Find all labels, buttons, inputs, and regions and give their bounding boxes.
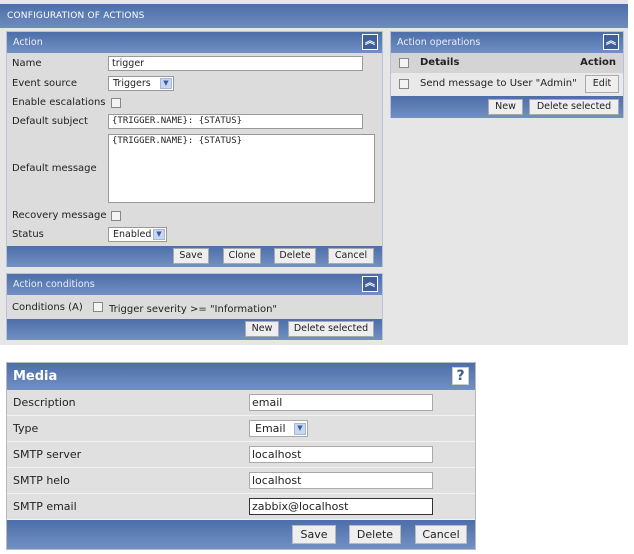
condition-checkbox[interactable]	[93, 302, 103, 312]
status-label: Status	[12, 229, 44, 240]
media-header: Media	[13, 369, 58, 384]
subject-label: Default subject	[12, 116, 88, 127]
name-label: Name	[12, 58, 42, 69]
type-label: Type	[13, 422, 39, 435]
event-source-value: Triggers	[113, 78, 151, 89]
media-save-button[interactable]: Save	[292, 525, 336, 544]
operations-table-header: Details Action	[391, 53, 623, 73]
chevron-down-icon: ▼	[294, 423, 306, 435]
smtp-email-input[interactable]: zabbix@localhost	[249, 498, 433, 515]
smtp-helo-input[interactable]: localhost	[249, 472, 433, 489]
collapse-icon[interactable]: ︽	[362, 34, 378, 50]
row-checkbox[interactable]	[399, 79, 409, 89]
event-source-label: Event source	[12, 78, 78, 89]
subject-input[interactable]: {TRIGGER.NAME}: {STATUS}	[108, 114, 363, 129]
escalations-label: Enable escalations	[12, 97, 106, 108]
operations-panel: Action operations ︽ Details Action Send m…	[390, 31, 624, 118]
col-action: Action	[580, 57, 616, 68]
col-details: Details	[420, 57, 460, 68]
description-row: Description email	[7, 390, 475, 416]
conditions-label: Conditions (A)	[12, 302, 83, 313]
smtp-server-input[interactable]: localhost	[249, 446, 433, 463]
delete-selected-conditions-button[interactable]: Delete selected	[288, 321, 374, 337]
recovery-label: Recovery message	[12, 210, 107, 221]
conditions-button-bar: New Delete selected	[7, 319, 382, 340]
operation-details: Send message to User "Admin"	[420, 78, 577, 89]
help-icon[interactable]: ?	[452, 367, 469, 385]
media-panel: Media ? Description email Type Email ▼ SMT…	[6, 362, 476, 550]
conditions-panel: Action conditions ︽ Conditions (A) Trigge…	[6, 273, 383, 340]
smtp-helo-row: SMTP helo localhost	[7, 468, 475, 494]
action-header: Action	[13, 37, 43, 48]
description-label: Description	[13, 396, 76, 409]
chevron-down-icon: ▼	[153, 229, 165, 240]
type-select[interactable]: Email ▼	[249, 420, 308, 437]
smtp-server-label: SMTP server	[13, 448, 82, 461]
collapse-icon[interactable]: ︽	[603, 34, 619, 50]
new-operation-button[interactable]: New	[488, 99, 523, 115]
actions-config-area: CONFIGURATION OF ACTIONS Action ︽ Name tr…	[0, 0, 628, 345]
description-input[interactable]: email	[249, 394, 433, 411]
smtp-helo-label: SMTP helo	[13, 474, 70, 487]
operations-header: Action operations	[397, 37, 481, 48]
action-button-bar: Save Clone Delete Cancel	[7, 246, 382, 267]
media-delete-button[interactable]: Delete	[349, 525, 401, 544]
new-condition-button[interactable]: New	[245, 321, 279, 337]
media-button-bar: Save Delete Cancel	[7, 520, 475, 549]
delete-button[interactable]: Delete	[274, 248, 316, 264]
clone-button[interactable]: Clone	[223, 248, 261, 264]
smtp-email-label: SMTP email	[13, 500, 77, 513]
save-button[interactable]: Save	[173, 248, 209, 264]
type-row: Type Email ▼	[7, 416, 475, 442]
action-panel: Action ︽ Name trigger Event source Trigge…	[6, 31, 383, 267]
message-textarea[interactable]: {TRIGGER.NAME}: {STATUS}	[108, 134, 375, 203]
chevron-down-icon: ▼	[160, 78, 172, 89]
event-source-select[interactable]: Triggers ▼	[108, 76, 174, 91]
cancel-button[interactable]: Cancel	[328, 248, 374, 264]
table-row: Send message to User "Admin" Edit	[391, 73, 623, 96]
status-select[interactable]: Enabled ▼	[108, 227, 167, 242]
smtp-server-row: SMTP server localhost	[7, 442, 475, 468]
operations-button-bar: New Delete selected	[391, 96, 623, 118]
status-value: Enabled	[113, 229, 152, 240]
type-value: Email	[255, 422, 286, 435]
collapse-icon[interactable]: ︽	[362, 276, 378, 292]
conditions-header: Action conditions	[13, 279, 95, 290]
media-cancel-button[interactable]: Cancel	[415, 525, 467, 544]
message-label: Default message	[12, 163, 97, 174]
name-input[interactable]: trigger	[108, 56, 363, 71]
recovery-checkbox[interactable]	[111, 211, 121, 221]
smtp-email-row: SMTP email zabbix@localhost	[7, 494, 475, 520]
delete-selected-operations-button[interactable]: Delete selected	[529, 99, 619, 115]
escalations-checkbox[interactable]	[111, 98, 121, 108]
condition-text: Trigger severity >= "Information"	[109, 304, 278, 315]
select-all-checkbox[interactable]	[399, 58, 409, 68]
page-title: CONFIGURATION OF ACTIONS	[0, 4, 628, 28]
edit-button[interactable]: Edit	[585, 75, 619, 93]
